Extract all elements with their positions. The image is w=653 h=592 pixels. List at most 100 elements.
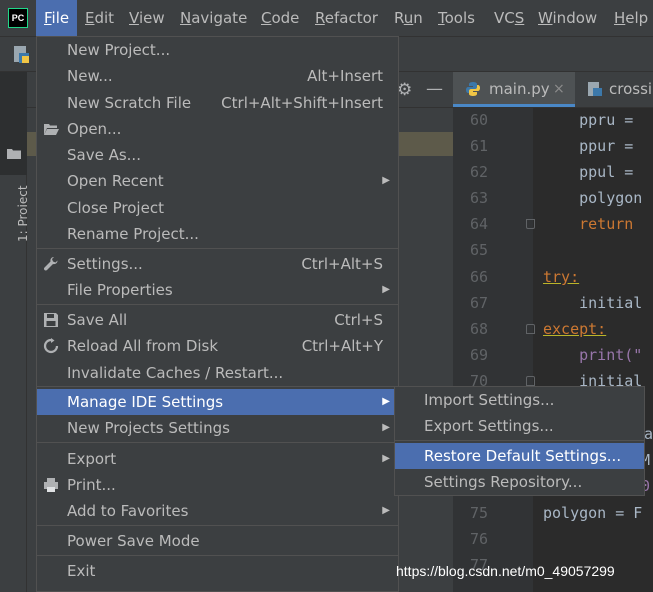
fold-icon[interactable] — [526, 376, 535, 386]
menu-item-open[interactable]: Open... — [37, 116, 398, 142]
menu-item-label: Exit — [67, 562, 96, 580]
menu-item-new[interactable]: New... Alt+Insert — [37, 63, 398, 89]
menu-item-invalidate-caches[interactable]: Invalidate Caches / Restart... — [37, 360, 398, 386]
gear-icon[interactable]: ⚙ — [397, 80, 412, 100]
code-line: ppru = — [543, 111, 634, 129]
submenu-item-export-settings[interactable]: Export Settings... — [395, 413, 644, 439]
menu-refactor-mnemonic: R — [315, 9, 325, 27]
submenu-item-label: Export Settings... — [424, 417, 554, 435]
code-line: initial — [543, 294, 643, 312]
menu-item-label: Reload All from Disk — [67, 337, 219, 355]
line-number: 61 — [469, 137, 488, 155]
menu-separator — [37, 304, 398, 305]
submenu-item-import-settings[interactable]: Import Settings... — [395, 387, 644, 413]
submenu-item-settings-repository[interactable]: Settings Repository... — [395, 469, 644, 495]
menu-edit[interactable]: Edit — [85, 0, 114, 36]
menu-item-open-recent[interactable]: Open Recent ▶ — [37, 168, 398, 194]
menu-separator — [37, 248, 398, 249]
menu-item-label: New... — [67, 67, 113, 85]
menu-edit-rest: dit — [94, 9, 115, 27]
menu-navigate-mnemonic: N — [180, 9, 192, 27]
menu-separator — [37, 525, 398, 526]
menu-refactor[interactable]: Refactor — [315, 0, 378, 36]
menu-item-label: Print... — [67, 476, 116, 494]
menu-item-label: Manage IDE Settings — [67, 393, 224, 411]
menu-item-new-project[interactable]: New Project... — [37, 37, 398, 63]
submenu-arrow-icon: ▶ — [382, 396, 390, 407]
line-number: 65 — [469, 241, 488, 259]
menu-item-label: Add to Favorites — [67, 502, 189, 520]
tab-crossing-label: crossi — [609, 80, 653, 98]
fold-icon[interactable] — [526, 219, 535, 229]
tab-main-py[interactable]: main.py × — [453, 72, 575, 107]
menu-help[interactable]: Help — [614, 0, 648, 36]
menu-file-mnemonic: F — [44, 9, 52, 27]
menu-item-label: Power Save Mode — [67, 532, 200, 550]
folder-open-icon — [44, 124, 59, 135]
line-number: 63 — [469, 189, 488, 207]
menu-item-label: Save As... — [67, 146, 141, 164]
code-line: ppur = — [543, 137, 634, 155]
minimize-icon[interactable]: — — [426, 79, 443, 99]
project-tool-tab[interactable]: 1: Project — [0, 72, 30, 242]
menu-item-save-all[interactable]: Save All Ctrl+S — [37, 307, 398, 333]
line-number: 69 — [469, 346, 488, 364]
menu-item-reload-all[interactable]: Reload All from Disk Ctrl+Alt+Y — [37, 333, 398, 359]
menu-navigate[interactable]: Navigate — [180, 0, 247, 36]
menu-item-file-properties[interactable]: File Properties ▶ — [37, 277, 398, 303]
menu-navigate-rest: avigate — [191, 9, 248, 27]
line-number: 67 — [469, 294, 488, 312]
menu-separator — [37, 386, 398, 387]
menu-item-save-as[interactable]: Save As... — [37, 142, 398, 168]
menu-item-export[interactable]: Export ▶ — [37, 446, 398, 472]
code-line: ppul = — [543, 163, 634, 181]
menu-separator — [37, 555, 398, 556]
menu-item-shortcut: Ctrl+Alt+Y — [301, 337, 383, 355]
menu-item-settings[interactable]: Settings... Ctrl+Alt+S — [37, 251, 398, 277]
submenu-item-label: Settings Repository... — [424, 473, 583, 491]
line-number: 64 — [469, 215, 488, 233]
close-icon[interactable]: × — [553, 72, 565, 107]
code-line: polygon = F — [543, 504, 643, 522]
menu-item-manage-ide-settings[interactable]: Manage IDE Settings ▶ — [37, 389, 398, 415]
python-file-icon[interactable] — [14, 46, 30, 64]
submenu-item-label: Import Settings... — [424, 391, 555, 409]
menu-bar: PC File Edit View Navigate Code Refactor… — [0, 0, 653, 36]
menu-item-label: New Projects Settings — [67, 419, 230, 437]
menu-run-rest: n — [413, 9, 423, 27]
python-file-icon — [466, 82, 480, 96]
submenu-item-restore-default-settings[interactable]: Restore Default Settings... — [395, 443, 644, 469]
menu-item-print[interactable]: Print... — [37, 472, 398, 498]
code-line: polygon — [543, 189, 643, 207]
menu-item-new-scratch-file[interactable]: New Scratch File Ctrl+Alt+Shift+Insert — [37, 90, 398, 116]
pycharm-logo-icon: PC — [8, 8, 28, 28]
menu-item-add-to-favorites[interactable]: Add to Favorites ▶ — [37, 498, 398, 524]
menu-code[interactable]: Code — [261, 0, 299, 36]
python-file-icon — [588, 82, 602, 96]
menu-item-shortcut: Ctrl+Alt+S — [301, 255, 383, 273]
menu-item-exit[interactable]: Exit — [37, 558, 398, 584]
menu-vcs[interactable]: VCS — [494, 0, 524, 36]
menu-item-close-project[interactable]: Close Project — [37, 195, 398, 221]
menu-item-label: Save All — [67, 311, 128, 329]
menu-file[interactable]: File — [36, 0, 77, 36]
menu-separator — [37, 442, 398, 443]
menu-help-rest: elp — [625, 9, 649, 27]
menu-code-mnemonic: C — [261, 9, 272, 27]
reload-icon — [43, 338, 59, 354]
menu-window-mnemonic: W — [538, 9, 553, 27]
menu-tools-mnemonic: T — [438, 9, 445, 27]
menu-tools[interactable]: Tools — [438, 0, 475, 36]
menu-view-mnemonic: V — [129, 9, 139, 27]
menu-item-new-projects-settings[interactable]: New Projects Settings ▶ — [37, 415, 398, 441]
menu-item-power-save-mode[interactable]: Power Save Mode — [37, 528, 398, 554]
code-line: except: — [543, 320, 607, 338]
menu-item-rename-project[interactable]: Rename Project... — [37, 221, 398, 247]
line-number: 75 — [469, 504, 488, 522]
fold-icon[interactable] — [526, 324, 535, 334]
menu-run[interactable]: Run — [394, 0, 423, 36]
menu-view[interactable]: View — [129, 0, 165, 36]
menu-window[interactable]: Window — [538, 0, 597, 36]
menu-separator — [395, 440, 644, 441]
tab-crossing[interactable]: crossi — [577, 72, 653, 107]
